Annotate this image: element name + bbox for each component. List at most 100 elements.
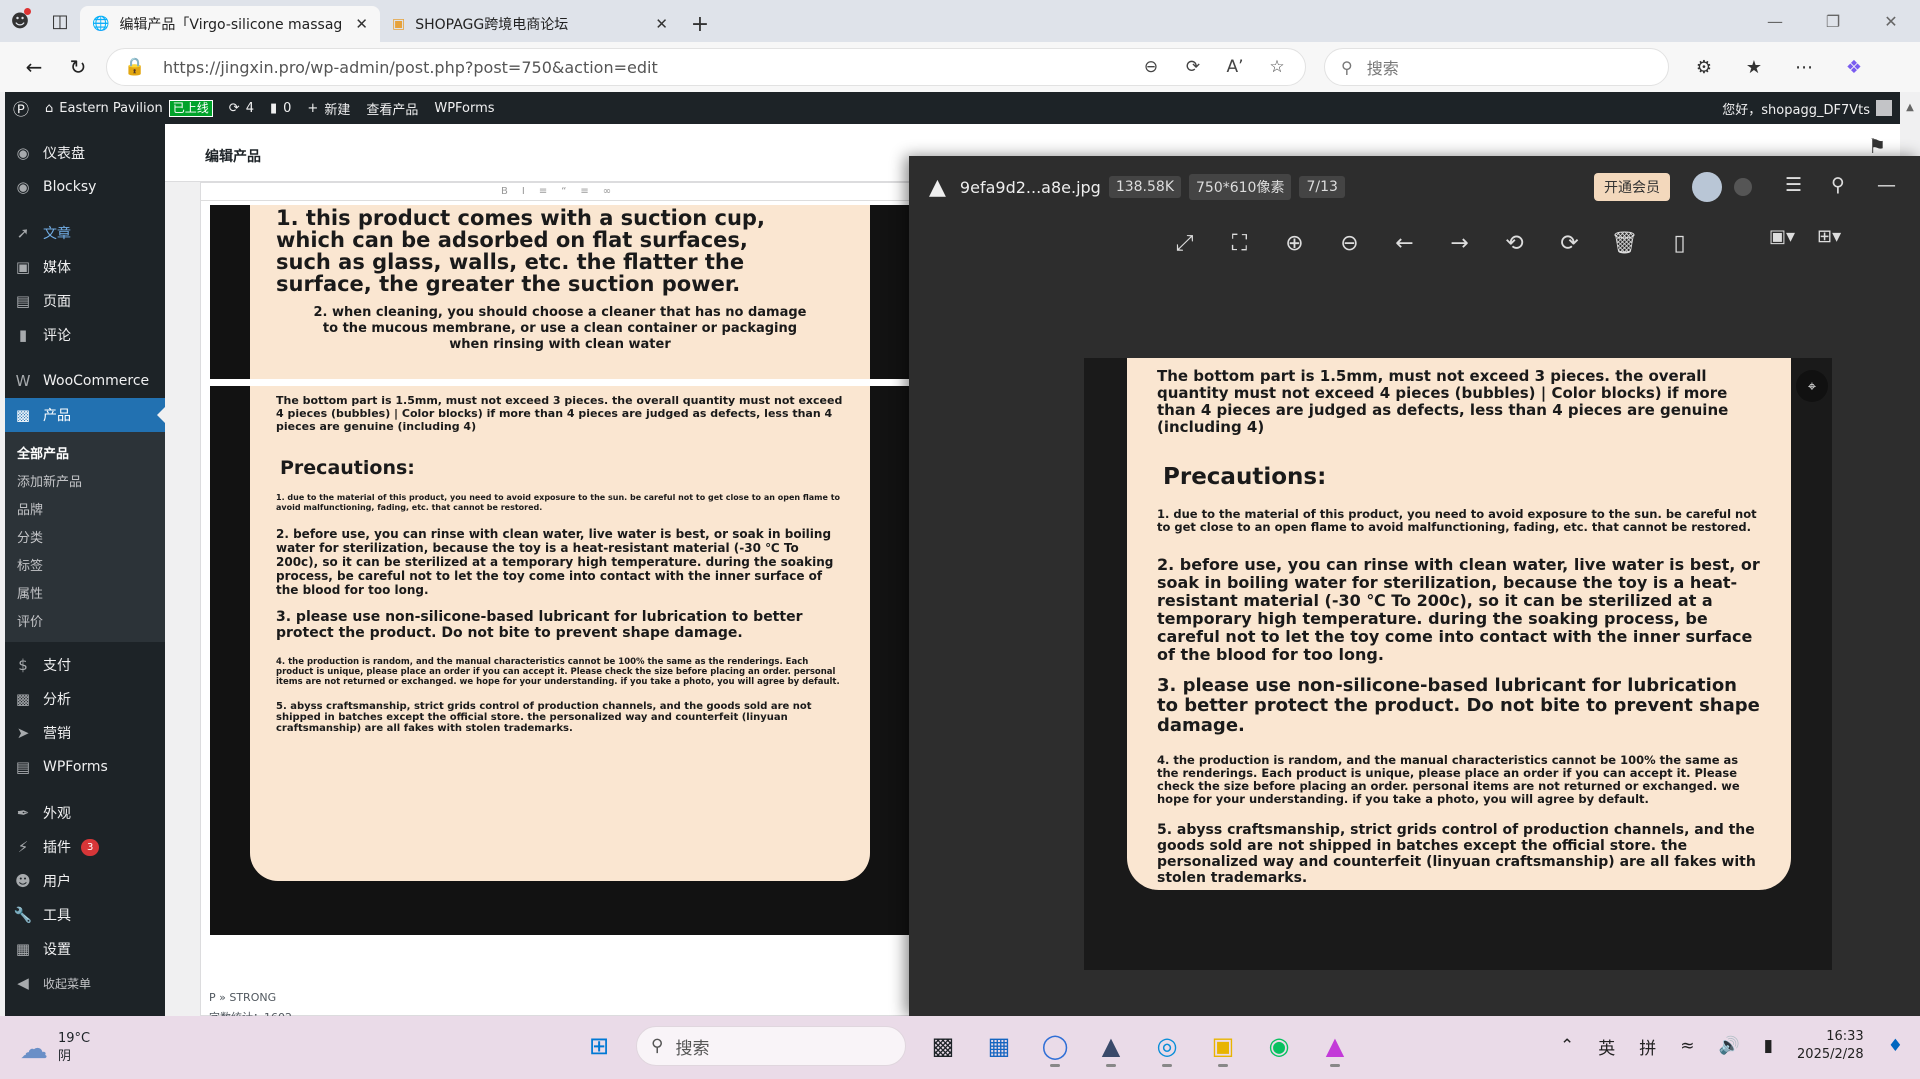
- file-explorer-icon[interactable]: ▣: [1204, 1026, 1242, 1067]
- sidebar-item-wpforms[interactable]: ▤ WPForms: [5, 750, 165, 784]
- sidebar-item-users[interactable]: ☻ 用户: [5, 864, 165, 898]
- maximize-icon[interactable]: ❐: [1804, 0, 1862, 42]
- image-viewer-app-icon[interactable]: ▲: [1316, 1026, 1354, 1067]
- rotate-right-icon[interactable]: ⟳: [1552, 226, 1587, 261]
- sidebar-item-plugins[interactable]: ⚡ 插件 3: [5, 830, 165, 864]
- sidebar-collapse-menu[interactable]: ◀ 收起菜单: [5, 966, 165, 1000]
- browser-search-input[interactable]: ⚲ 搜索: [1324, 48, 1669, 86]
- sidebar-item-woocommerce[interactable]: W WooCommerce: [5, 364, 165, 398]
- lock-icon[interactable]: 🔒: [121, 57, 149, 77]
- sidebar-toggle-icon[interactable]: ◫: [40, 0, 80, 42]
- wpforms-link[interactable]: WPForms: [426, 101, 502, 116]
- clock[interactable]: 16:33 2025/2/28: [1797, 1028, 1864, 1064]
- sidebar-item-blocksy[interactable]: ◉ Blocksy: [5, 170, 165, 204]
- new-tab-button[interactable]: +: [680, 6, 720, 42]
- app-icon[interactable]: ◯: [1036, 1026, 1074, 1067]
- updates-link[interactable]: ⟳ 4: [221, 101, 262, 116]
- sidebar-item-settings[interactable]: ▦ 设置: [5, 932, 165, 966]
- submenu-categories[interactable]: 分类: [5, 522, 165, 550]
- fit-screen-icon[interactable]: ⌖: [1796, 370, 1828, 402]
- sidebar-item-posts[interactable]: ➚ 文章: [5, 216, 165, 250]
- quote-icon[interactable]: “: [561, 186, 566, 197]
- view-product-link[interactable]: 查看产品: [358, 99, 426, 118]
- wifi-icon[interactable]: ≈: [1680, 1036, 1694, 1056]
- more-menu-icon[interactable]: ⋯: [1779, 57, 1829, 78]
- notification-bell-icon[interactable]: ♦: [1888, 1036, 1903, 1056]
- previous-icon[interactable]: ←: [1387, 226, 1422, 261]
- comments-link[interactable]: ▮ 0: [262, 101, 299, 116]
- battery-icon[interactable]: ▮: [1764, 1036, 1773, 1056]
- pin-icon[interactable]: ⚲: [1831, 174, 1845, 196]
- profile-icon[interactable]: ☻: [0, 0, 40, 42]
- zoom-out-icon[interactable]: ⊖: [1332, 226, 1367, 261]
- favorites-icon[interactable]: ★: [1729, 57, 1779, 78]
- account-menu[interactable]: 您好，shopagg_DF7Vts: [1722, 99, 1900, 118]
- submenu-tags[interactable]: 标签: [5, 550, 165, 578]
- fit-window-icon[interactable]: ⛶: [1222, 226, 1257, 261]
- sidebar-item-appearance[interactable]: ✒ 外观: [5, 796, 165, 830]
- ime-mode[interactable]: 拼: [1639, 1034, 1656, 1059]
- store-icon[interactable]: ▦: [980, 1026, 1018, 1066]
- rotate-left-icon[interactable]: ⟲: [1497, 226, 1532, 261]
- start-icon[interactable]: ⊞: [580, 1026, 618, 1066]
- zoom-in-icon[interactable]: ⊕: [1277, 226, 1312, 261]
- flag-icon[interactable]: ⚑: [1868, 134, 1886, 158]
- sidebar-item-payments[interactable]: $ 支付: [5, 648, 165, 682]
- submenu-add-product[interactable]: 添加新产品: [5, 466, 165, 494]
- submenu-reviews[interactable]: 评价: [5, 606, 165, 634]
- submenu-all-products[interactable]: 全部产品: [5, 438, 165, 466]
- site-name-link[interactable]: ⌂ Eastern Pavilion 已上线: [37, 99, 221, 117]
- back-icon[interactable]: ←: [12, 45, 56, 89]
- next-icon[interactable]: →: [1442, 226, 1477, 261]
- translate-icon[interactable]: ⟳: [1179, 57, 1207, 77]
- sidebar-item-pages[interactable]: ▤ 页面: [5, 284, 165, 318]
- info-icon[interactable]: ▯: [1662, 226, 1697, 261]
- sidebar-item-marketing[interactable]: ➤ 营销: [5, 716, 165, 750]
- weather-widget[interactable]: ☁ 19°C 阴: [20, 1030, 90, 1066]
- wordpress-logo-icon[interactable]: Ⓟ: [5, 96, 37, 120]
- scroll-up-icon[interactable]: ▲: [1900, 92, 1920, 113]
- edge-browser-icon[interactable]: ◎: [1148, 1026, 1186, 1067]
- italic-icon[interactable]: I: [522, 186, 525, 197]
- close-icon[interactable]: ✕: [655, 15, 668, 33]
- url-text[interactable]: https://jingxin.pro/wp-admin/post.php?po…: [163, 58, 1123, 77]
- favorite-star-icon[interactable]: ☆: [1263, 57, 1291, 77]
- task-view-icon[interactable]: ▩: [924, 1026, 962, 1066]
- link-icon[interactable]: ∞: [603, 186, 611, 197]
- vip-button[interactable]: 开通会员: [1594, 173, 1670, 201]
- bold-icon[interactable]: B: [501, 186, 508, 197]
- crop-icon[interactable]: ⊞▾: [1817, 226, 1841, 247]
- align-icon[interactable]: ≡: [580, 186, 588, 197]
- close-window-icon[interactable]: ✕: [1862, 0, 1920, 42]
- status-icon[interactable]: [1734, 178, 1752, 196]
- url-field[interactable]: 🔒 https://jingxin.pro/wp-admin/post.php?…: [106, 48, 1306, 86]
- avatar[interactable]: [1692, 172, 1722, 202]
- sidebar-item-media[interactable]: ▣ 媒体: [5, 250, 165, 284]
- delete-icon[interactable]: 🗑: [1607, 226, 1642, 261]
- menu-icon[interactable]: ☰: [1785, 174, 1802, 196]
- minimize-icon[interactable]: —: [1877, 174, 1896, 196]
- ime-language[interactable]: 英: [1598, 1034, 1615, 1059]
- tab-shopagg[interactable]: ▣ SHOPAGG跨境电商论坛 ✕: [380, 6, 680, 42]
- reload-icon[interactable]: ↻: [56, 45, 100, 89]
- chevron-up-icon[interactable]: ⌃: [1560, 1036, 1574, 1056]
- viewer-canvas[interactable]: The bottom part is 1.5mm, must not excee…: [1084, 358, 1832, 970]
- minimize-icon[interactable]: —: [1746, 0, 1804, 42]
- submenu-attributes[interactable]: 属性: [5, 578, 165, 606]
- zoom-icon[interactable]: ⊖: [1137, 57, 1165, 77]
- sidebar-item-tools[interactable]: 🔧 工具: [5, 898, 165, 932]
- copilot-icon[interactable]: ❖: [1829, 57, 1879, 78]
- submenu-brands[interactable]: 品牌: [5, 494, 165, 522]
- list-icon[interactable]: ≡: [539, 186, 547, 197]
- volume-icon[interactable]: 🔊: [1719, 1036, 1740, 1056]
- sidebar-item-analytics[interactable]: ▩ 分析: [5, 682, 165, 716]
- cat-app-icon[interactable]: ▲: [1092, 1026, 1130, 1067]
- edit-image-icon[interactable]: ▣▾: [1769, 226, 1795, 247]
- sidebar-item-products[interactable]: ▩ 产品: [5, 398, 165, 432]
- taskbar-search-input[interactable]: ⚲ 搜索: [636, 1026, 906, 1066]
- extensions-icon[interactable]: ⚙: [1679, 57, 1729, 78]
- new-content-link[interactable]: + 新建: [299, 99, 358, 118]
- sidebar-item-comments[interactable]: ▮ 评论: [5, 318, 165, 352]
- fullscreen-icon[interactable]: ⤢: [1167, 226, 1202, 261]
- close-icon[interactable]: ✕: [355, 15, 368, 33]
